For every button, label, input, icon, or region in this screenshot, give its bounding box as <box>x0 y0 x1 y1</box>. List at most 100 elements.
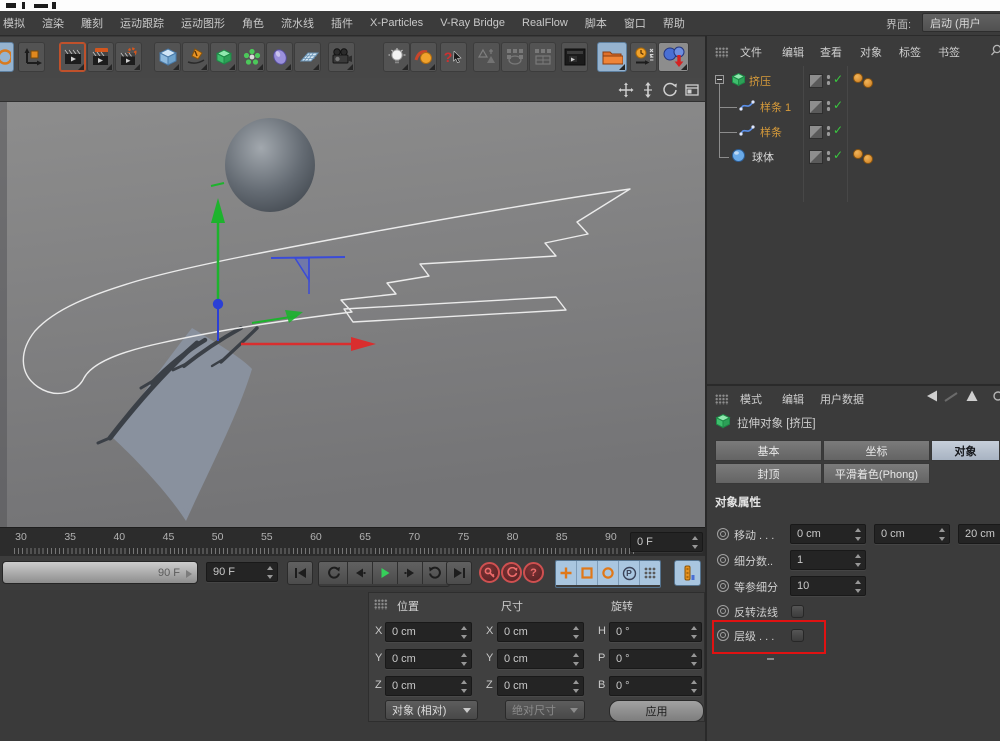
tag-icon[interactable] <box>853 73 863 83</box>
enabled-check-icon[interactable]: ✓ <box>833 98 843 112</box>
cube-primitive-icon[interactable] <box>154 42 181 72</box>
axis-move-icon[interactable] <box>18 42 45 72</box>
metaball-icon[interactable] <box>266 42 293 72</box>
om-menu-item[interactable]: 查看 <box>820 44 842 60</box>
panel-grip-icon[interactable] <box>715 394 729 405</box>
tag-icon[interactable] <box>863 78 873 88</box>
am-menu-item[interactable]: 模式 <box>740 391 762 407</box>
subdivision-field[interactable]: 1 <box>790 550 866 570</box>
visibility-dots-icon[interactable] <box>826 100 831 112</box>
layer-icon[interactable] <box>809 125 823 139</box>
stepper-icon[interactable] <box>938 527 947 542</box>
menubar-item[interactable]: 模拟 <box>3 15 25 31</box>
render-settings-icon[interactable] <box>115 42 142 72</box>
sphere-object[interactable] <box>225 118 315 212</box>
movement-y-field[interactable]: 0 cm <box>874 524 950 544</box>
enabled-check-icon[interactable]: ✓ <box>833 148 843 162</box>
stepper-icon[interactable] <box>690 625 699 640</box>
stepper-icon[interactable] <box>854 553 863 568</box>
stepper-icon[interactable] <box>572 652 581 667</box>
stepper-icon[interactable] <box>854 579 863 594</box>
stepper-icon[interactable] <box>572 625 581 640</box>
apply-button[interactable]: 应用 <box>609 700 704 722</box>
position-y-field[interactable]: 0 cm <box>385 649 472 669</box>
help-cursor-icon[interactable]: ? <box>440 42 467 72</box>
menubar-item[interactable]: 运动跟踪 <box>120 15 164 31</box>
timeline-range-slider[interactable]: 90 F <box>2 561 198 584</box>
record-keyframe-button[interactable] <box>479 562 500 583</box>
search-icon[interactable] <box>990 44 1000 56</box>
dynamics-spheres-icon[interactable] <box>658 42 689 72</box>
rotation-b-field[interactable]: 0 ° <box>609 676 702 696</box>
render-window-icon[interactable] <box>561 42 588 72</box>
menubar-item[interactable]: 帮助 <box>663 15 685 31</box>
layer-icon[interactable] <box>809 74 823 88</box>
extrude-generator-icon[interactable] <box>210 42 237 72</box>
isoparm-subdivision-field[interactable]: 10 <box>790 576 866 596</box>
go-to-start-button[interactable] <box>287 561 313 585</box>
uv-grid-1-icon[interactable] <box>501 42 528 72</box>
zoom-icon[interactable] <box>640 82 656 98</box>
previous-frame-button[interactable] <box>348 562 373 584</box>
search-icon[interactable] <box>990 389 1000 405</box>
key-rotation-toggle[interactable] <box>598 561 619 585</box>
om-menu-item[interactable]: 对象 <box>860 44 882 60</box>
position-z-field[interactable]: 0 cm <box>385 676 472 696</box>
end-frame-spinner[interactable]: 0 F <box>630 532 703 552</box>
object-row[interactable]: 挤压 ✓ <box>707 69 1000 92</box>
render-view-icon[interactable] <box>59 42 86 72</box>
tag-icon[interactable] <box>863 154 873 164</box>
menubar-item[interactable]: X-Particles <box>370 17 423 29</box>
history-back-icon[interactable] <box>925 389 941 405</box>
light-icon[interactable] <box>383 42 410 72</box>
layer-icon[interactable] <box>809 100 823 114</box>
key-scale-toggle[interactable] <box>577 561 598 585</box>
movement-z-field[interactable]: 20 cm <box>958 524 1000 544</box>
menubar-item[interactable]: 渲染 <box>42 15 64 31</box>
collapse-icon[interactable] <box>715 75 724 84</box>
mograph-array-icon[interactable] <box>238 42 265 72</box>
stepper-icon[interactable] <box>460 652 469 667</box>
menubar-item[interactable]: 流水线 <box>281 15 314 31</box>
camera-icon[interactable] <box>328 42 355 72</box>
menubar-item[interactable]: V-Ray Bridge <box>440 17 505 29</box>
menubar-item[interactable]: 窗口 <box>624 15 646 31</box>
maximize-icon[interactable] <box>684 82 700 98</box>
movement-x-field[interactable]: 0 cm <box>790 524 866 544</box>
menubar-item[interactable]: 角色 <box>242 15 264 31</box>
flip-normals-checkbox[interactable] <box>791 605 804 618</box>
size-mode-dropdown[interactable]: 绝对尺寸 <box>505 700 585 720</box>
am-menu-item[interactable]: 编辑 <box>782 391 804 407</box>
xyz-coords-icon[interactable] <box>630 42 657 72</box>
record-options-button[interactable]: ? <box>523 562 544 583</box>
keyable-dot-icon[interactable] <box>717 580 729 592</box>
stepper-icon[interactable] <box>854 527 863 542</box>
menubar-item[interactable]: 雕刻 <box>81 15 103 31</box>
visibility-dots-icon[interactable] <box>826 150 831 162</box>
stepper-icon[interactable] <box>690 652 699 667</box>
keyable-dot-icon[interactable] <box>717 554 729 566</box>
key-position-toggle[interactable] <box>556 561 577 585</box>
viewport-canvas[interactable] <box>0 102 705 527</box>
content-browser-icon[interactable] <box>597 42 627 72</box>
keyable-dot-icon[interactable] <box>717 528 729 540</box>
object-name[interactable]: 样条 <box>760 124 782 140</box>
timeline-ruler[interactable]: 30 35 40 45 50 55 60 65 70 75 80 85 90 0… <box>0 527 705 556</box>
interface-dropdown[interactable]: 启动 (用户 <box>922 13 1000 32</box>
key-parameter-toggle[interactable]: P <box>619 561 640 585</box>
panel-grip-icon[interactable] <box>715 47 729 58</box>
keyframe-selection-button[interactable] <box>674 560 701 586</box>
object-row[interactable]: 样条 1 ✓ <box>707 95 1000 118</box>
visibility-dots-icon[interactable] <box>826 125 831 137</box>
go-to-end-button[interactable] <box>446 561 472 585</box>
om-menu-item[interactable]: 编辑 <box>782 44 804 60</box>
enabled-check-icon[interactable]: ✓ <box>833 123 843 137</box>
origin-point[interactable] <box>213 299 223 309</box>
floor-stage-icon[interactable] <box>294 42 321 72</box>
uv-grid-2-icon[interactable] <box>529 42 556 72</box>
selection-ring-icon[interactable] <box>0 42 14 72</box>
am-menu-item[interactable]: 用户数据 <box>820 391 864 407</box>
spline-pen-icon[interactable] <box>182 42 209 72</box>
om-menu-item[interactable]: 文件 <box>740 44 762 60</box>
tag-icon[interactable] <box>853 149 863 159</box>
